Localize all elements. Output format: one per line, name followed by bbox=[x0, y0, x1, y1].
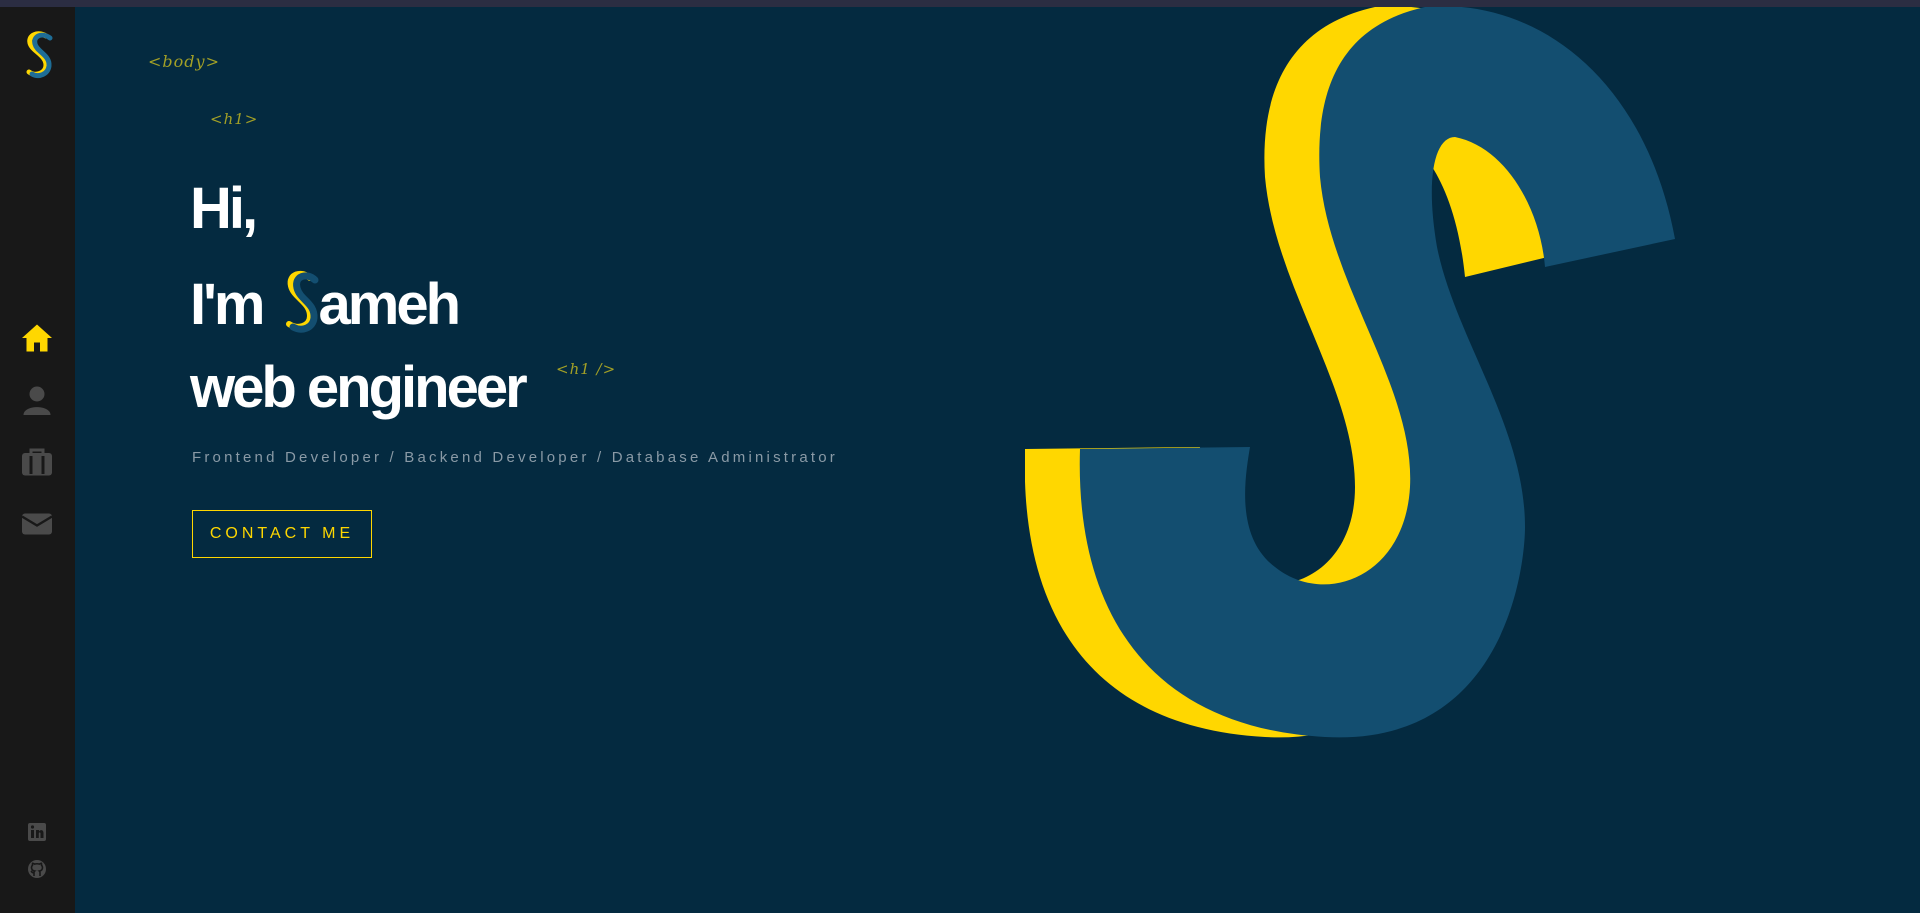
nav-briefcase-icon[interactable] bbox=[19, 444, 55, 480]
h1-close-tag: <h1 /> bbox=[556, 360, 617, 378]
window-top-bar bbox=[0, 0, 1920, 7]
big-s-logo-graphic bbox=[1025, 7, 1675, 738]
nav-envelope-icon[interactable] bbox=[19, 506, 55, 542]
logo[interactable] bbox=[18, 27, 58, 83]
hero-subtitle: Frontend Developer / Backend Developer /… bbox=[192, 449, 839, 466]
hero-role: web engineer bbox=[190, 355, 528, 420]
contact-me-button[interactable]: CONTACT ME bbox=[192, 510, 372, 558]
hero-name-text: ameh bbox=[318, 272, 461, 337]
h1-open-tag: <h1> bbox=[210, 110, 259, 128]
github-icon[interactable] bbox=[27, 859, 47, 879]
s-logo-letter bbox=[280, 266, 320, 336]
nav-home-icon[interactable] bbox=[19, 320, 55, 356]
hero-im-text: I'm bbox=[190, 272, 266, 337]
hero-section: <body> <h1> Hi, I'm ameh web engineer <h1… bbox=[75, 7, 1920, 913]
linkedin-icon[interactable] bbox=[27, 822, 47, 842]
body-open-tag: <body> bbox=[148, 52, 220, 71]
hero-greeting: Hi, bbox=[190, 176, 258, 241]
hero-name-line: I'm ameh bbox=[190, 266, 461, 337]
sidebar bbox=[0, 7, 75, 913]
nav-user-icon[interactable] bbox=[19, 382, 55, 418]
